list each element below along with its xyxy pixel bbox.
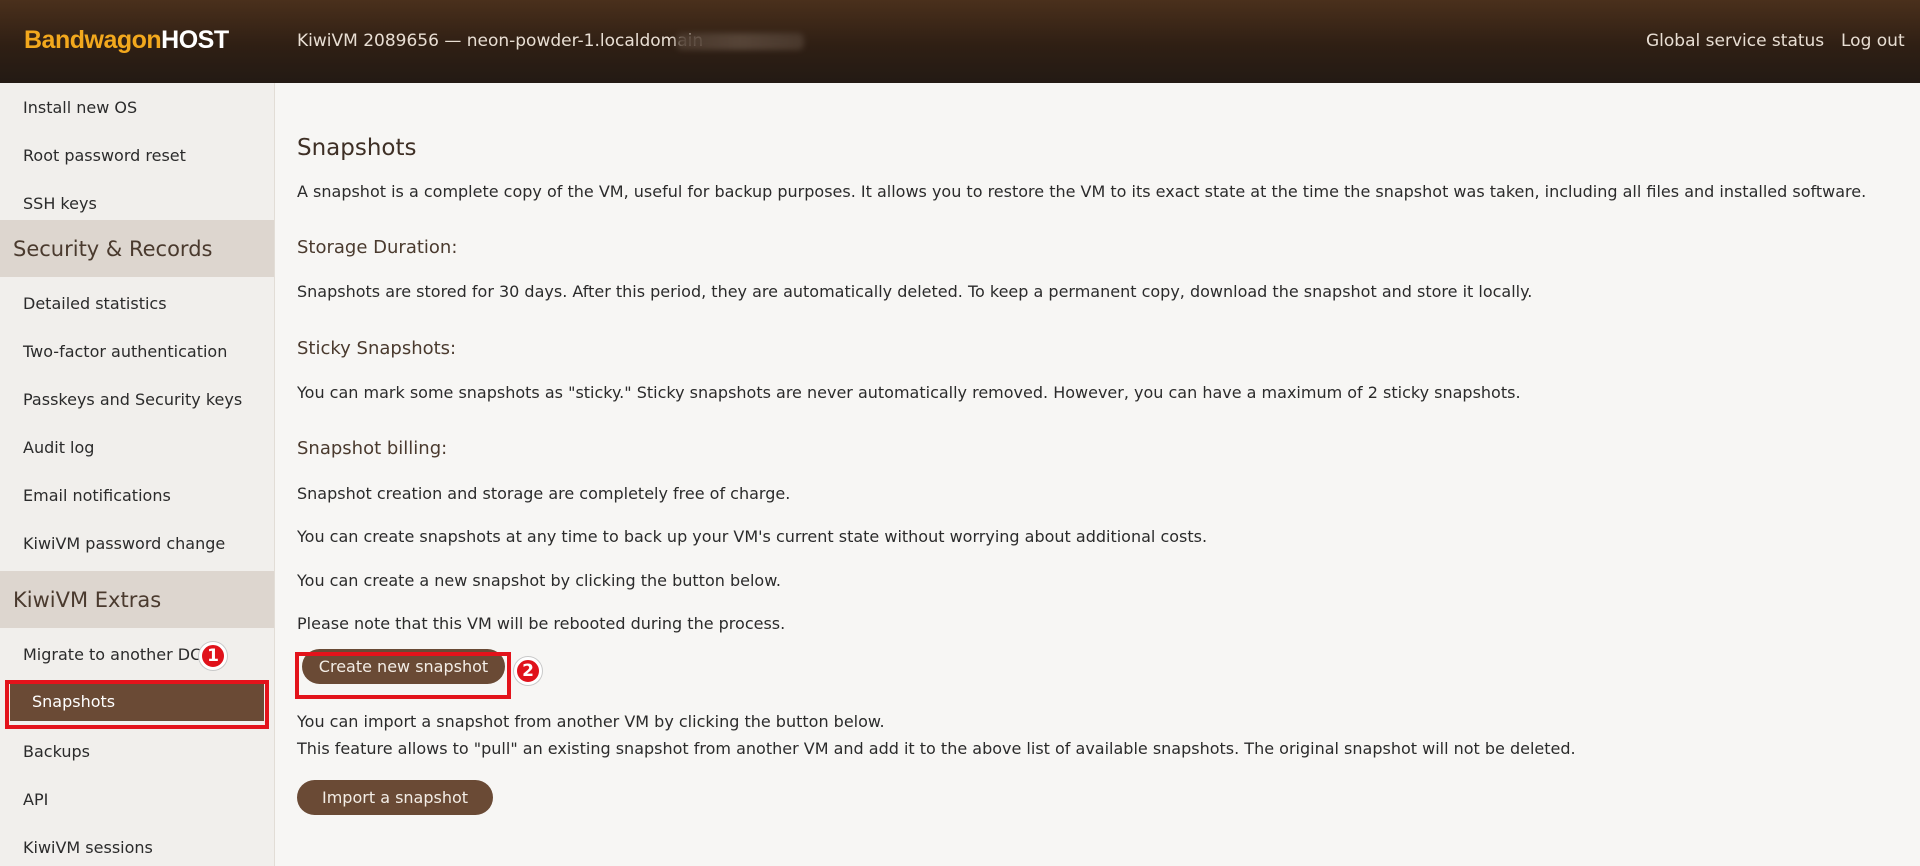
- sidebar-item-kiwivm-password-change[interactable]: KiwiVM password change: [0, 519, 274, 567]
- redacted-ip: [676, 33, 804, 50]
- annotation-badge-1: 1: [199, 642, 227, 670]
- import-hint-text-1: You can import a snapshot from another V…: [297, 712, 885, 731]
- page-title: Snapshots: [297, 135, 417, 161]
- sidebar-item-migrate[interactable]: Migrate to another DC: [0, 630, 274, 678]
- sidebar: Install new OS Root password reset SSH k…: [0, 83, 275, 866]
- billing-text-1: Snapshot creation and storage are comple…: [297, 484, 791, 503]
- sidebar-item-passkeys[interactable]: Passkeys and Security keys: [0, 375, 274, 423]
- create-hint-text: You can create a new snapshot by clickin…: [297, 571, 781, 590]
- sidebar-item-api[interactable]: API: [0, 775, 274, 823]
- sticky-snapshots-heading: Sticky Snapshots:: [297, 338, 457, 359]
- storage-duration-heading: Storage Duration:: [297, 237, 458, 258]
- annotation-badge-2: 2: [514, 657, 542, 685]
- global-service-status-link[interactable]: Global service status: [1646, 31, 1824, 51]
- sidebar-item-kiwivm-sessions[interactable]: KiwiVM sessions: [0, 823, 274, 866]
- top-bar: BandwagonHOST KiwiVM 2089656 — neon-powd…: [0, 0, 1920, 83]
- snapshot-billing-heading: Snapshot billing:: [297, 438, 448, 459]
- brand-logo[interactable]: BandwagonHOST: [24, 26, 229, 55]
- sidebar-item-detailed-statistics[interactable]: Detailed statistics: [0, 279, 274, 327]
- sidebar-section-security: Security & Records: [0, 220, 274, 277]
- create-new-snapshot-button[interactable]: Create new snapshot: [302, 649, 505, 684]
- sidebar-item-root-password-reset[interactable]: Root password reset: [0, 131, 274, 179]
- reboot-note-text: Please note that this VM will be reboote…: [297, 614, 786, 633]
- intro-text: A snapshot is a complete copy of the VM,…: [297, 182, 1867, 201]
- sidebar-item-email-notifications[interactable]: Email notifications: [0, 471, 274, 519]
- storage-duration-text: Snapshots are stored for 30 days. After …: [297, 282, 1533, 301]
- brand-logo-part1: Bandwagon: [24, 26, 162, 54]
- billing-text-2: You can create snapshots at any time to …: [297, 527, 1208, 546]
- brand-logo-part2: HOST: [161, 26, 229, 54]
- sticky-snapshots-text: You can mark some snapshots as "sticky."…: [297, 383, 1521, 402]
- sidebar-item-two-factor-auth[interactable]: Two-factor authentication: [0, 327, 274, 375]
- main-content: Snapshots A snapshot is a complete copy …: [275, 83, 1920, 866]
- sidebar-item-snapshots[interactable]: Snapshots: [10, 681, 264, 721]
- import-hint-text-2: This feature allows to "pull" an existin…: [297, 739, 1576, 758]
- import-snapshot-button[interactable]: Import a snapshot: [297, 780, 494, 815]
- logout-link[interactable]: Log out: [1841, 31, 1905, 51]
- sidebar-item-audit-log[interactable]: Audit log: [0, 423, 274, 471]
- sidebar-item-backups[interactable]: Backups: [0, 727, 274, 775]
- vm-title: KiwiVM 2089656 — neon-powder-1.localdoma…: [297, 31, 704, 51]
- sidebar-item-install-new-os[interactable]: Install new OS: [0, 83, 274, 131]
- sidebar-section-extras: KiwiVM Extras: [0, 571, 274, 628]
